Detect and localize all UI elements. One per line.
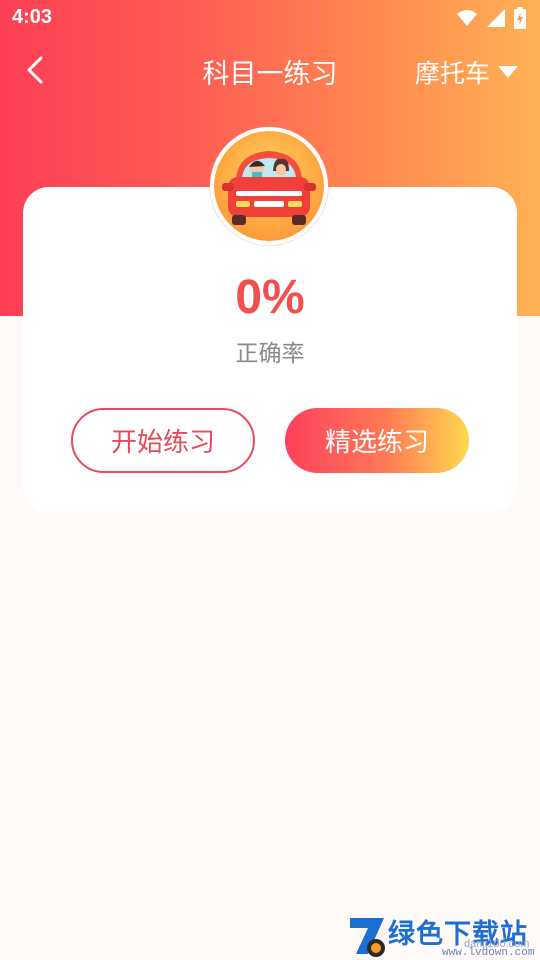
accuracy-label: 正确率 (235, 341, 305, 367)
status-bar: 4:03 (0, 0, 540, 36)
accuracy-value: 0% (235, 271, 305, 324)
triangle-down-icon (498, 66, 518, 78)
title-bar: 科目一练习 摩托车 (0, 44, 540, 96)
battery-charging-icon (514, 7, 526, 29)
car-with-driver-icon (210, 127, 328, 245)
wifi-icon (457, 10, 477, 26)
status-time: 4:03 (12, 6, 53, 28)
watermark-url-2: www.lvdown.com (442, 947, 535, 959)
vehicle-type-label: 摩托车 (414, 59, 490, 88)
status-icons (456, 7, 526, 29)
vehicle-type-dropdown[interactable]: 摩托车 (415, 54, 518, 90)
start-practice-button[interactable]: 开始练习 (71, 408, 255, 473)
site-watermark: 绿色下载站 danji100.com www.lvdown.com (346, 912, 540, 960)
watermark-logo-icon (350, 918, 385, 957)
selected-practice-button[interactable]: 精选练习 (285, 408, 469, 473)
signal-icon (487, 9, 505, 27)
